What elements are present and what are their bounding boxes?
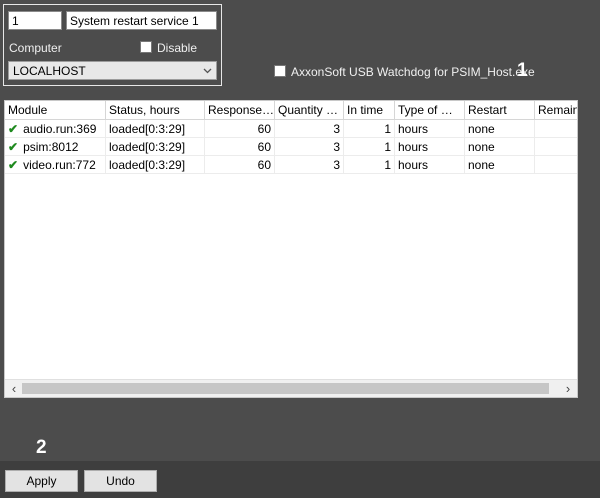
service-name-field[interactable]	[66, 11, 217, 30]
table-row[interactable]: ✔ audio.run:369 loaded[0:3:29] 60 3 1 hou…	[5, 120, 577, 138]
column-header-response[interactable]: Response…	[205, 101, 275, 120]
column-header-status[interactable]: Status, hours	[106, 101, 205, 120]
column-header-type[interactable]: Type of …	[395, 101, 465, 120]
bottom-toolbar: Apply Undo	[0, 461, 600, 498]
disable-checkbox[interactable]	[140, 41, 152, 53]
cell-type: hours	[395, 120, 465, 138]
cell-quantity: 3	[275, 120, 344, 138]
cell-module: ✔ psim:8012	[5, 138, 106, 156]
cell-quantity: 3	[275, 156, 344, 174]
column-header-module[interactable]: Module	[5, 101, 106, 120]
watchdog-checkbox[interactable]	[274, 65, 286, 77]
cell-status: loaded[0:3:29]	[106, 138, 205, 156]
scroll-left-icon[interactable]: ‹	[6, 381, 22, 397]
cell-restart: none	[465, 120, 535, 138]
check-icon: ✔	[8, 140, 19, 154]
column-header-quantity[interactable]: Quantity …	[275, 101, 344, 120]
horizontal-scrollbar[interactable]: ‹ ›	[5, 379, 577, 397]
cell-restart: none	[465, 138, 535, 156]
cell-in-time: 1	[344, 138, 395, 156]
cell-type: hours	[395, 138, 465, 156]
cell-response: 60	[205, 138, 275, 156]
check-icon: ✔	[8, 158, 19, 172]
apply-button[interactable]: Apply	[5, 470, 78, 492]
cell-remain	[535, 120, 577, 138]
column-header-in-time[interactable]: In time	[344, 101, 395, 120]
cell-type: hours	[395, 156, 465, 174]
table-row[interactable]: ✔ video.run:772 loaded[0:3:29] 60 3 1 hou…	[5, 156, 577, 174]
cell-status: loaded[0:3:29]	[106, 120, 205, 138]
module-name: video.run:772	[23, 158, 96, 172]
cell-remain	[535, 138, 577, 156]
scroll-right-icon[interactable]: ›	[560, 381, 576, 397]
cell-status: loaded[0:3:29]	[106, 156, 205, 174]
service-id-field[interactable]	[8, 11, 62, 30]
table-header: Module Status, hours Response… Quantity …	[5, 101, 577, 120]
check-icon: ✔	[8, 122, 19, 136]
computer-select-value: LOCALHOST	[13, 64, 86, 78]
cell-module: ✔ audio.run:369	[5, 120, 106, 138]
column-header-remain[interactable]: Remain	[535, 101, 577, 120]
undo-button[interactable]: Undo	[84, 470, 157, 492]
cell-response: 60	[205, 120, 275, 138]
scrollbar-thumb[interactable]	[22, 383, 549, 394]
cell-module: ✔ video.run:772	[5, 156, 106, 174]
callout-1: 1	[517, 60, 528, 81]
cell-remain	[535, 156, 577, 174]
cell-response: 60	[205, 156, 275, 174]
computer-label: Computer	[9, 41, 62, 55]
modules-table: Module Status, hours Response… Quantity …	[4, 100, 578, 398]
watchdog-label: AxxonSoft USB Watchdog for PSIM_Host.exe	[291, 65, 535, 79]
cell-in-time: 1	[344, 156, 395, 174]
module-name: psim:8012	[23, 140, 79, 154]
cell-quantity: 3	[275, 138, 344, 156]
computer-select[interactable]: LOCALHOST	[8, 61, 217, 80]
disable-label: Disable	[157, 41, 198, 55]
module-name: audio.run:369	[23, 122, 97, 136]
column-header-restart[interactable]: Restart	[465, 101, 535, 120]
cell-restart: none	[465, 156, 535, 174]
chevron-down-icon	[203, 68, 212, 74]
callout-2: 2	[36, 437, 47, 458]
table-row[interactable]: ✔ psim:8012 loaded[0:3:29] 60 3 1 hours n…	[5, 138, 577, 156]
cell-in-time: 1	[344, 120, 395, 138]
